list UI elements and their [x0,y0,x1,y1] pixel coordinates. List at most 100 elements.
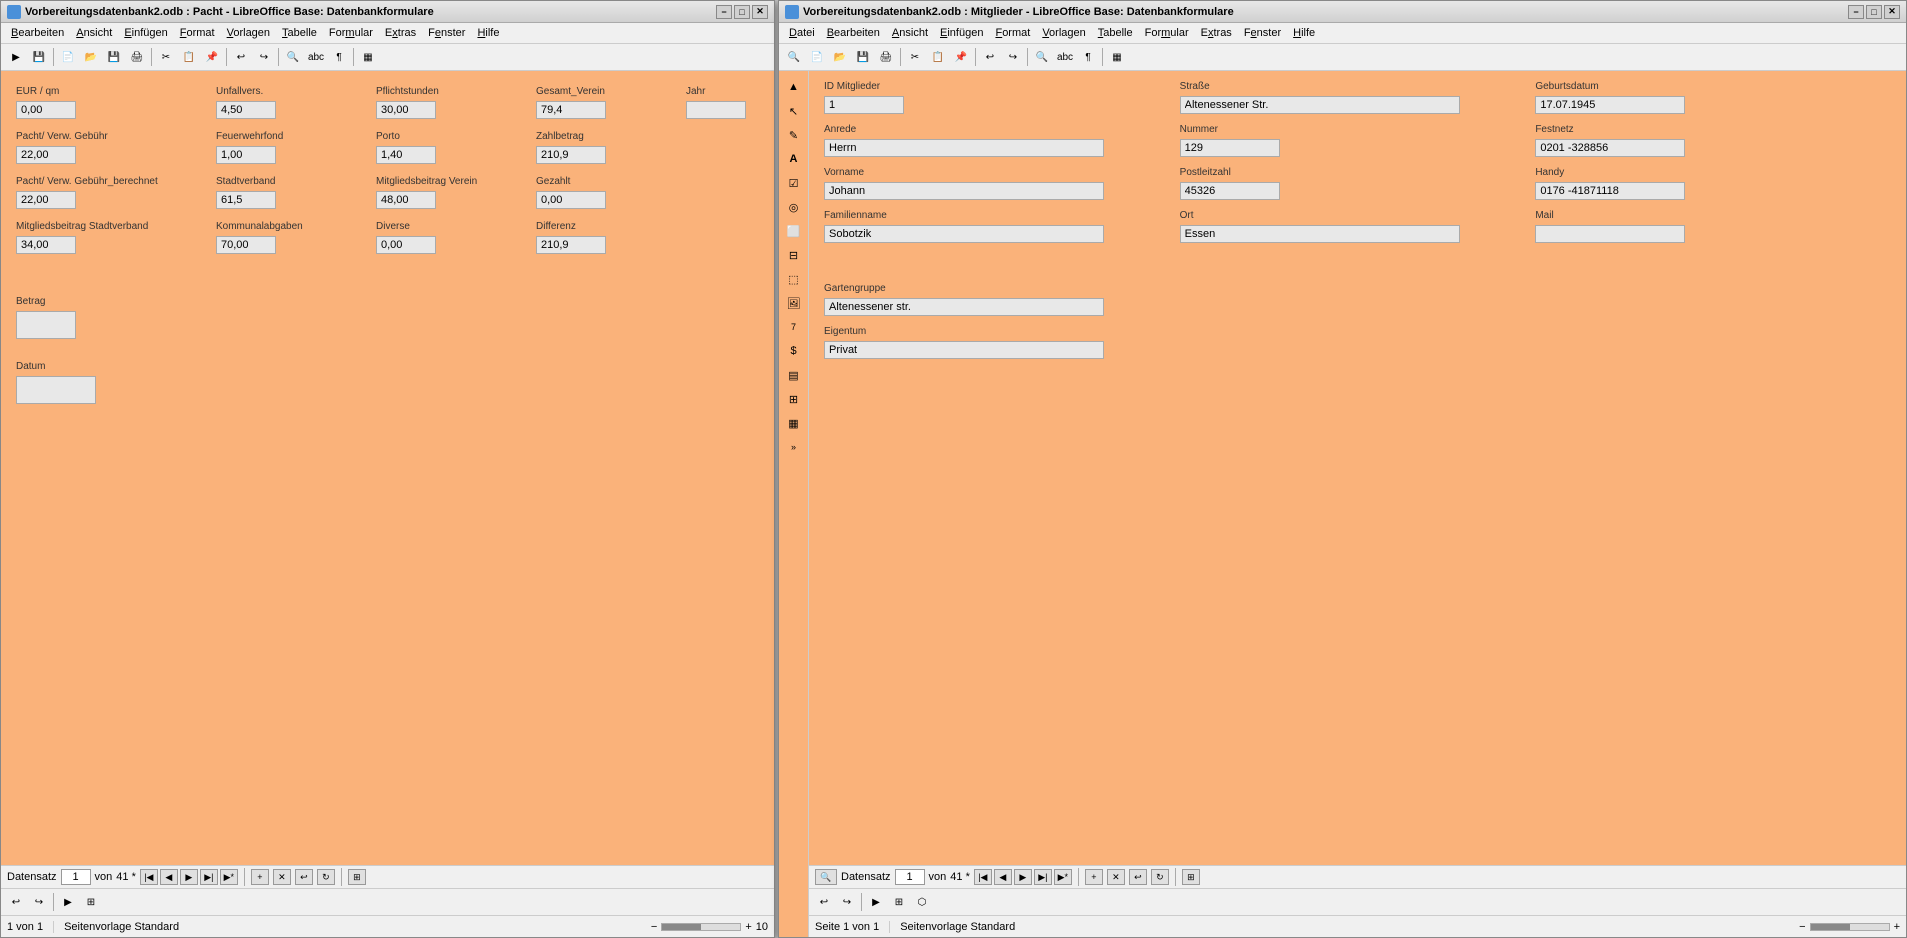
input-betrag[interactable] [16,311,76,339]
tb2-copy[interactable]: 📋 [927,46,949,68]
input-id-mitglieder[interactable] [824,96,904,114]
nav-new-2[interactable]: ▶* [1054,869,1072,885]
menu2-tabelle[interactable]: Tabelle [1092,25,1139,41]
menu2-extras[interactable]: Extras [1195,25,1238,41]
maximize-button[interactable]: □ [734,5,750,19]
input-zahlbetrag[interactable] [536,146,606,164]
nav-refresh-2[interactable]: ↻ [1151,869,1169,885]
zoom-in-icon-2[interactable]: + [1894,921,1900,933]
tb2-1[interactable]: 🔍 [783,46,805,68]
input-nummer[interactable] [1180,139,1280,157]
tool-pointer[interactable]: ▲ [783,76,805,98]
record-num-input-2[interactable] [895,869,925,885]
input-mitgl-verein[interactable] [376,191,436,209]
menu-tabelle[interactable]: Tabelle [276,25,323,41]
nav-add-2[interactable]: + [1085,869,1103,885]
menu2-ansicht[interactable]: Ansicht [886,25,934,41]
toolbar-spellcheck[interactable]: abc [305,46,327,68]
close-button-2[interactable]: ✕ [1884,5,1900,19]
tool-edit[interactable]: ✎ [783,124,805,146]
input-vorname[interactable] [824,182,1104,200]
toolbar-paste[interactable]: 📌 [201,46,223,68]
tool-listbox[interactable]: ⬜ [783,220,805,242]
btb2-2[interactable]: ↪ [836,891,858,913]
tb2-redo[interactable]: ↪ [1002,46,1024,68]
menu2-datei[interactable]: Datei [783,25,821,41]
nav-next-1[interactable]: ▶ [180,869,198,885]
tb2-print[interactable]: 🖨 [875,46,897,68]
zoom-out-icon-1[interactable]: − [651,921,657,933]
menu-hilfe[interactable]: Hilfe [471,25,505,41]
tool-grid[interactable]: ▤ [783,364,805,386]
tool-more[interactable]: » [783,436,805,458]
maximize-button-2[interactable]: □ [1866,5,1882,19]
tb2-table[interactable]: ▦ [1106,46,1128,68]
input-gartengruppe[interactable] [824,298,1104,316]
tool-7[interactable]: 7 [783,316,805,338]
tool-image[interactable]: 🖼 [783,292,805,314]
toolbar-cut[interactable]: ✂ [155,46,177,68]
menu-ansicht[interactable]: Ansicht [70,25,118,41]
minimize-button-2[interactable]: − [1848,5,1864,19]
input-mitgl-stadtverband[interactable] [16,236,76,254]
menu-einfuegen[interactable]: Einfügen [118,25,173,41]
input-postleitzahl[interactable] [1180,182,1280,200]
btb2-4[interactable]: ⊞ [888,891,910,913]
toolbar-btn-1[interactable]: ▶ [5,46,27,68]
menu2-formular[interactable]: Formular [1139,25,1195,41]
menu-vorlagen[interactable]: Vorlagen [221,25,276,41]
nav-last-1[interactable]: ▶| [200,869,218,885]
menu-bearbeiten[interactable]: Bearbeiten [5,25,70,41]
input-anrede[interactable] [824,139,1104,157]
nav-del-2[interactable]: ✕ [1107,869,1125,885]
nav-first-2[interactable]: |◀ [974,869,992,885]
nav-last-2[interactable]: ▶| [1034,869,1052,885]
btb-2[interactable]: ↪ [28,891,50,913]
tool-button[interactable]: ⬚ [783,268,805,290]
toolbar-find[interactable]: 🔍 [282,46,304,68]
tb2-marks[interactable]: ¶ [1077,46,1099,68]
input-ort[interactable] [1180,225,1460,243]
nav-undo-2[interactable]: ↩ [1129,869,1147,885]
tool-combobox[interactable]: ⊟ [783,244,805,266]
nav-search-btn[interactable]: 🔍 [815,869,837,885]
tb2-save[interactable]: 💾 [852,46,874,68]
zoom-out-icon-2[interactable]: − [1799,921,1805,933]
nav-first-1[interactable]: |◀ [140,869,158,885]
input-feuerwehrfond[interactable] [216,146,276,164]
btb-3[interactable]: ▶ [57,891,79,913]
minimize-button[interactable]: − [716,5,732,19]
btb2-5[interactable]: ⬡ [911,891,933,913]
toolbar-save[interactable]: 💾 [103,46,125,68]
nav-prev-2[interactable]: ◀ [994,869,1012,885]
input-gezahlt[interactable] [536,191,606,209]
menu2-vorlagen[interactable]: Vorlagen [1036,25,1091,41]
tb2-paste[interactable]: 📌 [950,46,972,68]
toolbar-copy[interactable]: 📋 [178,46,200,68]
tb2-new[interactable]: 📄 [806,46,828,68]
nav-extra-1[interactable]: ⊞ [348,869,366,885]
input-jahr[interactable] [686,101,746,119]
toolbar-redo[interactable]: ↪ [253,46,275,68]
toolbar-undo[interactable]: ↩ [230,46,252,68]
nav-prev-1[interactable]: ◀ [160,869,178,885]
tool-date[interactable]: ⊞ [783,388,805,410]
input-stadtverband[interactable] [216,191,276,209]
tool-text[interactable]: A [783,148,805,170]
zoom-slider-1[interactable] [661,923,741,931]
input-eur-qm[interactable] [16,101,76,119]
input-strasse[interactable] [1180,96,1460,114]
btb2-3[interactable]: ▶ [865,891,887,913]
nav-new-1[interactable]: ▶* [220,869,238,885]
input-gesamt-verein[interactable] [536,101,606,119]
tb2-open[interactable]: 📂 [829,46,851,68]
nav-extra-2[interactable]: ⊞ [1182,869,1200,885]
menu-formular[interactable]: Formular [323,25,379,41]
btb-4[interactable]: ⊞ [80,891,102,913]
tool-nav[interactable]: ▦ [783,412,805,434]
menu-format[interactable]: Format [174,25,221,41]
input-pacht-berechnet[interactable] [16,191,76,209]
toolbar-format-marks[interactable]: ¶ [328,46,350,68]
tb2-undo[interactable]: ↩ [979,46,1001,68]
zoom-in-icon-1[interactable]: + [745,921,751,933]
